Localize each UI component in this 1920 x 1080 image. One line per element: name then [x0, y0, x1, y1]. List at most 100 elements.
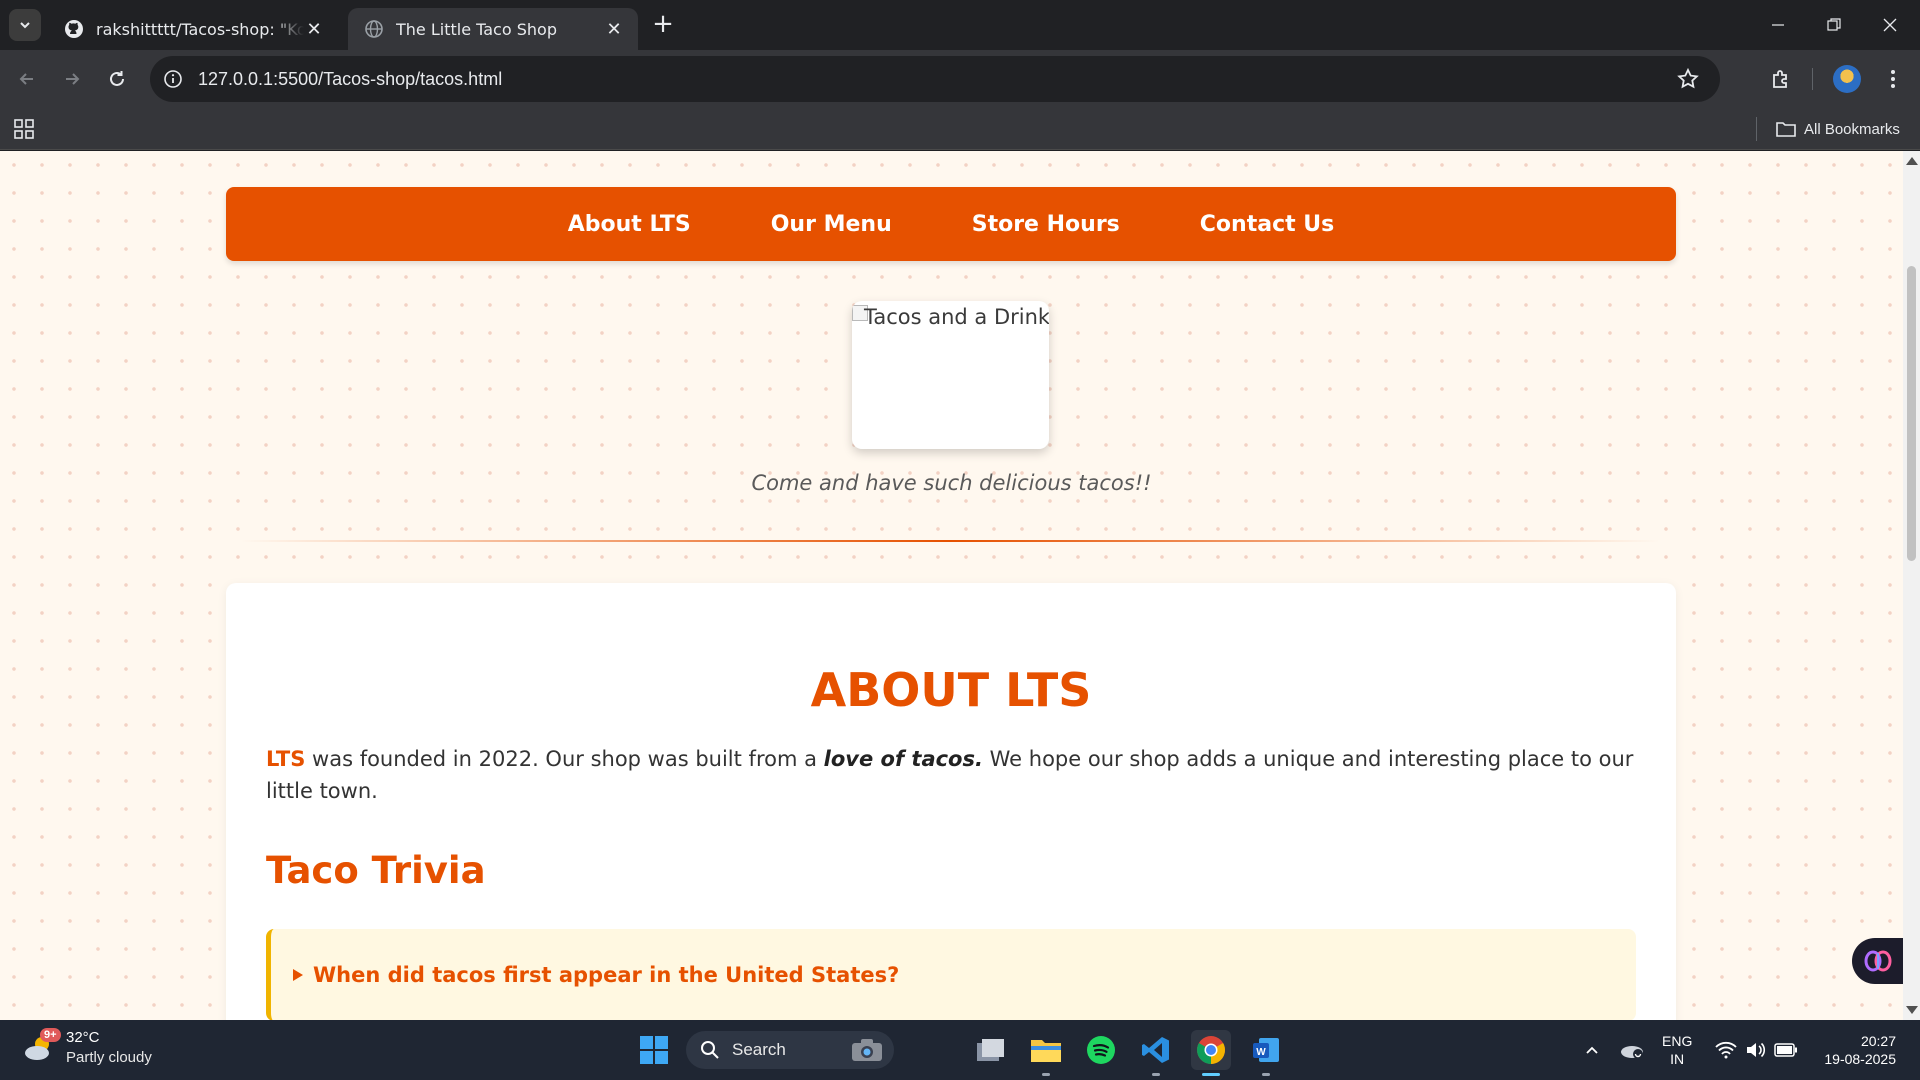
- menu-button[interactable]: [1876, 62, 1910, 96]
- battery-icon: [1774, 1043, 1797, 1057]
- site-navbar: About LTS Our Menu Store Hours Contact U…: [226, 187, 1676, 261]
- address-bar[interactable]: 127.0.0.1:5500/Tacos-shop/tacos.html: [150, 56, 1720, 102]
- about-paragraph: LTS was founded in 2022. Our shop was bu…: [266, 743, 1636, 807]
- folder-icon: [1031, 1040, 1061, 1062]
- battery-button[interactable]: [1766, 1030, 1806, 1070]
- about-heading: ABOUT LTS: [810, 663, 1092, 717]
- trivia-item[interactable]: When did tacos first appear in the Unite…: [266, 929, 1636, 1020]
- bookmark-star-icon[interactable]: [1676, 67, 1700, 91]
- word-icon: W: [1253, 1038, 1279, 1062]
- weather-widget[interactable]: 9+ 32°C Partly cloudy: [22, 1028, 152, 1068]
- restore-button[interactable]: [1806, 0, 1862, 50]
- vscode-button[interactable]: [1136, 1030, 1176, 1076]
- task-view-button[interactable]: [970, 1030, 1010, 1070]
- weather-condition: Partly cloudy: [66, 1049, 152, 1066]
- profile-button[interactable]: [1830, 62, 1864, 96]
- trivia-question: When did tacos first appear in the Unite…: [313, 963, 900, 987]
- tab-title: rakshittttt/Tacos-shop: "Kon hai: [96, 19, 304, 39]
- weather-cloud-icon: 9+: [22, 1028, 61, 1066]
- restore-icon: [1827, 18, 1841, 31]
- close-icon[interactable]: ✕: [304, 19, 324, 40]
- clock[interactable]: 20:27 19-08-2025: [1810, 1032, 1896, 1068]
- assistant-floating-button[interactable]: [1852, 938, 1903, 984]
- forward-button[interactable]: [55, 62, 89, 96]
- clock-date: 19-08-2025: [1824, 1051, 1896, 1067]
- bookmarks-separator: [1756, 117, 1757, 141]
- word-button[interactable]: W: [1246, 1030, 1286, 1076]
- folder-icon: [1776, 122, 1796, 137]
- disclosure-triangle-icon: [293, 969, 303, 981]
- brain-icon: [1864, 950, 1891, 972]
- reload-button[interactable]: [100, 62, 134, 96]
- minimize-button[interactable]: [1750, 0, 1806, 50]
- site-info-icon[interactable]: [162, 68, 184, 90]
- all-bookmarks-button[interactable]: All Bookmarks: [1776, 117, 1900, 141]
- browser-toolbar: 127.0.0.1:5500/Tacos-shop/tacos.html: [0, 50, 1920, 108]
- weather-badge: 9+: [40, 1028, 61, 1042]
- chrome-icon: [1197, 1036, 1225, 1064]
- all-bookmarks-label: All Bookmarks: [1804, 120, 1900, 138]
- language-indicator[interactable]: ENG IN: [1662, 1032, 1692, 1068]
- task-view-icon: [977, 1039, 1004, 1061]
- minimize-icon: [1772, 24, 1784, 26]
- section-divider: [240, 540, 1660, 542]
- hero-caption: Come and have such delicious tacos!!: [751, 471, 1152, 495]
- hero-image-alt-text: Tacos and a Drink: [864, 305, 1049, 329]
- tab-little-taco-shop[interactable]: The Little Taco Shop ✕: [348, 8, 638, 50]
- search-icon: [701, 1041, 719, 1059]
- more-vert-icon: [1891, 70, 1895, 88]
- running-indicator: [1152, 1073, 1160, 1076]
- close-icon: [1883, 18, 1897, 32]
- puzzle-icon: [1773, 70, 1787, 88]
- about-emphasis: love of tacos.: [823, 747, 983, 771]
- running-indicator: [1202, 1073, 1220, 1076]
- tab-title: The Little Taco Shop: [396, 19, 557, 39]
- globe-icon: [364, 19, 384, 39]
- page-scrollbar[interactable]: [1903, 151, 1920, 1020]
- url-text[interactable]: 127.0.0.1:5500/Tacos-shop/tacos.html: [198, 69, 502, 90]
- new-tab-button[interactable]: +: [650, 11, 676, 38]
- chrome-button[interactable]: [1191, 1030, 1231, 1076]
- chevron-up-icon: [1586, 1046, 1598, 1054]
- extensions-button[interactable]: [1764, 62, 1798, 96]
- about-section: ABOUT LTS LTS was founded in 2022. Our s…: [226, 583, 1676, 1020]
- cloud-sync-icon: [1621, 1046, 1643, 1059]
- onedrive-button[interactable]: [1612, 1030, 1652, 1070]
- show-hidden-icons-button[interactable]: [1572, 1030, 1612, 1070]
- camera-icon: [852, 1039, 882, 1061]
- nav-link-hours[interactable]: Store Hours: [972, 212, 1120, 237]
- clock-time: 20:27: [1860, 1033, 1896, 1049]
- scroll-up-icon[interactable]: [1906, 157, 1918, 165]
- spotify-icon: [1087, 1036, 1115, 1064]
- close-window-button[interactable]: [1862, 0, 1918, 50]
- apps-grid-icon[interactable]: [14, 119, 34, 139]
- svg-text:W: W: [1256, 1047, 1266, 1058]
- tab-github[interactable]: rakshittttt/Tacos-shop: "Kon hai ✕: [48, 8, 338, 50]
- back-button[interactable]: [10, 62, 44, 96]
- file-explorer-button[interactable]: [1026, 1030, 1066, 1076]
- taskbar-search[interactable]: Search: [686, 1031, 894, 1069]
- trivia-heading: Taco Trivia: [266, 849, 486, 892]
- windows-logo-icon: [640, 1036, 668, 1064]
- tab-search-button[interactable]: [9, 9, 41, 41]
- windows-taskbar: 9+ 32°C Partly cloudy Search W ENG IN 20…: [0, 1020, 1920, 1080]
- close-icon[interactable]: ✕: [604, 19, 624, 40]
- running-indicator: [1042, 1073, 1050, 1076]
- start-button[interactable]: [634, 1030, 674, 1070]
- about-text-start: was founded in 2022. Our shop was built …: [305, 747, 824, 771]
- nav-link-contact[interactable]: Contact Us: [1200, 212, 1334, 237]
- region-code: IN: [1670, 1051, 1685, 1067]
- bookmarks-bar: All Bookmarks: [0, 108, 1920, 150]
- chevron-down-icon: [20, 22, 30, 29]
- nav-link-menu[interactable]: Our Menu: [771, 212, 892, 237]
- page-viewport: About LTS Our Menu Store Hours Contact U…: [0, 151, 1903, 1020]
- scrollbar-thumb[interactable]: [1907, 266, 1916, 561]
- vscode-icon: [1142, 1037, 1169, 1063]
- running-indicator: [1262, 1073, 1270, 1076]
- nav-link-about[interactable]: About LTS: [568, 212, 691, 237]
- weather-temperature: 32°C: [66, 1029, 100, 1046]
- spotify-button[interactable]: [1081, 1030, 1121, 1070]
- scroll-down-icon[interactable]: [1906, 1006, 1918, 1014]
- brand-name: LTS: [266, 747, 306, 771]
- tab-strip: rakshittttt/Tacos-shop: "Kon hai ✕ The L…: [0, 0, 1920, 50]
